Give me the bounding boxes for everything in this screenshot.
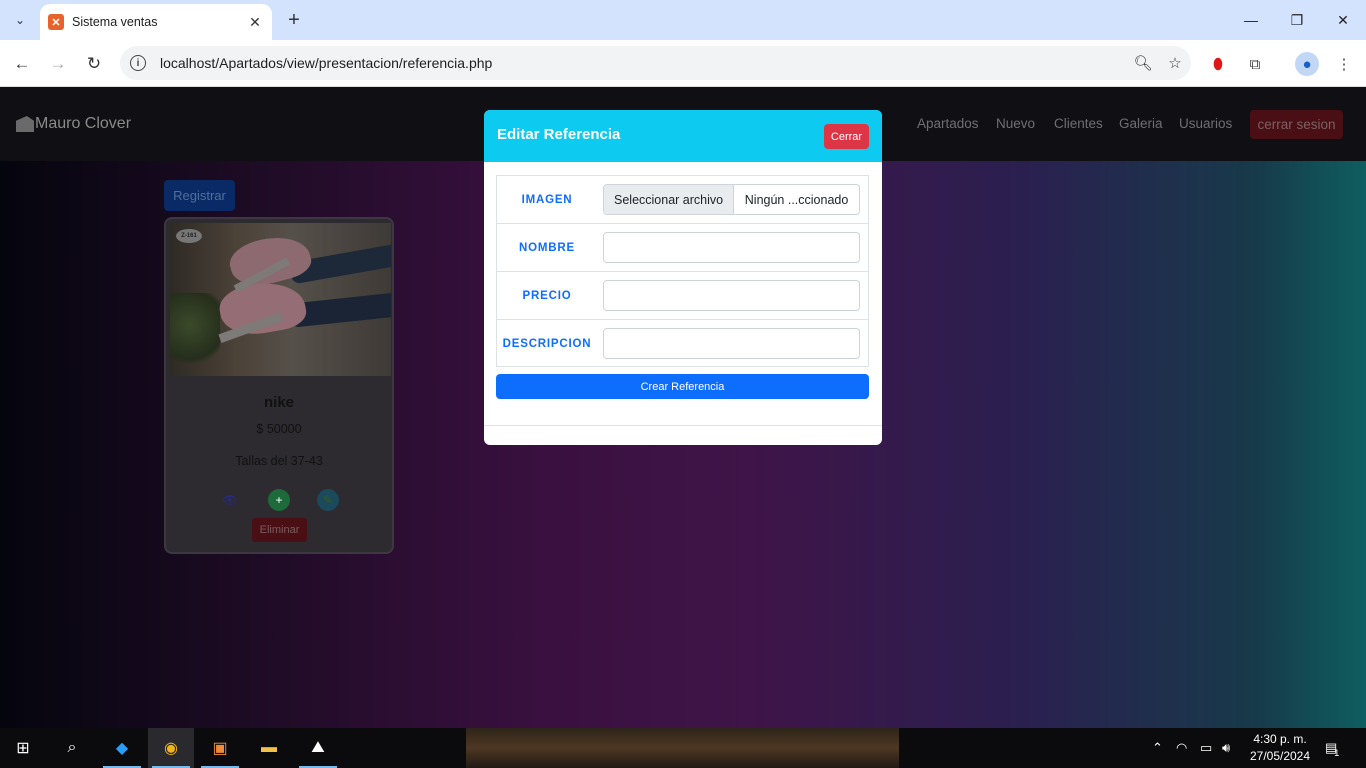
delete-button[interactable]: Eliminar bbox=[252, 518, 307, 542]
url-text[interactable]: localhost/Apartados/view/presentacion/re… bbox=[160, 55, 1127, 71]
view-eye-icon[interactable]: 👁︎ bbox=[219, 489, 241, 511]
minimize-button[interactable]: — bbox=[1228, 0, 1274, 40]
choose-file-button[interactable]: Seleccionar archivo bbox=[604, 185, 735, 214]
address-bar[interactable]: i localhost/Apartados/view/presentacion/… bbox=[120, 46, 1191, 80]
nombre-input[interactable] bbox=[603, 232, 860, 263]
descripcion-input[interactable] bbox=[603, 328, 860, 359]
card-actions: 👁︎ + ✎ bbox=[219, 489, 339, 511]
xampp-icon: ✕ bbox=[48, 14, 64, 30]
browser-toolbar: ← → ↻ i localhost/Apartados/view/present… bbox=[0, 40, 1366, 87]
form-row-precio: PRECIO bbox=[497, 272, 868, 320]
show-hidden-icons[interactable]: ⌃ bbox=[1152, 728, 1163, 768]
volume-icon[interactable]: 🔊︎ bbox=[1222, 728, 1230, 768]
precio-input[interactable] bbox=[603, 280, 860, 311]
chrome-icon[interactable]: ◉ bbox=[148, 728, 194, 768]
network-icon[interactable]: ◠ bbox=[1176, 728, 1187, 768]
product-badge: Z-161 bbox=[176, 229, 202, 243]
logout-button[interactable]: cerrar sesion bbox=[1250, 110, 1343, 139]
new-tab-button[interactable]: + bbox=[282, 8, 306, 32]
tab-search-button[interactable]: ⌄ bbox=[6, 8, 34, 32]
product-card: Z-161 nike $ 50000 Tallas del 37-43 👁︎ +… bbox=[164, 217, 394, 554]
form-row-imagen: IMAGEN Seleccionar archivo Ningún ...cci… bbox=[497, 176, 868, 224]
product-image: Z-161 bbox=[170, 223, 391, 376]
nav-clientes[interactable]: Clientes bbox=[1054, 116, 1103, 131]
close-button[interactable]: Cerrar bbox=[824, 124, 869, 149]
clock-date: 27/05/2024 bbox=[1249, 749, 1311, 763]
browser-tab[interactable]: ✕ Sistema ventas ✕ bbox=[40, 4, 272, 40]
tab-title: Sistema ventas bbox=[72, 15, 158, 29]
zoom-icon[interactable]: 🔍︎ bbox=[1127, 54, 1159, 72]
product-price: $ 50000 bbox=[256, 422, 302, 436]
extensions-icon[interactable]: ⧉ bbox=[1243, 52, 1267, 76]
nav-galeria[interactable]: Galeria bbox=[1119, 116, 1163, 131]
product-description: Tallas del 37-43 bbox=[235, 454, 323, 468]
brand-name: Mauro Clover bbox=[35, 115, 132, 132]
forward-button[interactable]: → bbox=[44, 50, 72, 78]
vscode-icon[interactable]: ◆ bbox=[99, 728, 145, 768]
notifications-icon[interactable]: ▤ 1 bbox=[1325, 728, 1339, 768]
brand[interactable]: Mauro Clover bbox=[16, 115, 131, 133]
imagen-label: IMAGEN bbox=[521, 194, 573, 206]
clock-time: 4:30 p. m. bbox=[1253, 732, 1307, 746]
taskbar: ⊞ ⌕ ◆ ◉ ▣ ▬ ⛰ ⌃ ◠ ▭ 🔊︎ 4:30 p. m. 27/05/… bbox=[0, 728, 1366, 768]
nombre-label: NOMBRE bbox=[519, 242, 575, 254]
tab-strip: ⌄ ✕ Sistema ventas ✕ + — ❐ ✕ bbox=[0, 0, 1366, 40]
precio-label: PRECIO bbox=[522, 290, 572, 302]
restore-button[interactable]: ❐ bbox=[1274, 0, 1320, 40]
form-row-descripcion: DESCRIPCION bbox=[497, 320, 868, 368]
file-name-text: Ningún ...ccionado bbox=[744, 192, 849, 207]
modal-header: Editar Referencia Cerrar bbox=[484, 110, 882, 162]
close-tab-icon[interactable]: ✕ bbox=[246, 14, 264, 31]
modal-title: Editar Referencia bbox=[497, 126, 621, 143]
site-info-icon[interactable]: i bbox=[130, 55, 146, 71]
nav-nuevo[interactable]: Nuevo bbox=[996, 116, 1035, 131]
brand-logo-icon bbox=[16, 116, 34, 132]
bookmark-star-icon[interactable]: ☆ bbox=[1159, 54, 1191, 72]
back-button[interactable]: ← bbox=[8, 50, 36, 78]
product-name: nike bbox=[263, 394, 294, 411]
modal-footer-divider bbox=[484, 425, 882, 426]
edit-pencil-icon[interactable]: ✎ bbox=[317, 489, 339, 511]
photos-icon[interactable]: ⛰ bbox=[295, 728, 341, 768]
nav-apartados[interactable]: Apartados bbox=[917, 116, 979, 131]
descripcion-label: DESCRIPCION bbox=[502, 338, 592, 350]
file-explorer-icon[interactable]: ▬ bbox=[246, 728, 292, 768]
create-reference-button[interactable]: Crear Referencia bbox=[496, 374, 869, 399]
image-file-input[interactable]: Seleccionar archivo Ningún ...ccionado bbox=[603, 184, 860, 215]
close-window-button[interactable]: ✕ bbox=[1320, 0, 1366, 40]
taskbar-wallpaper-strip bbox=[466, 728, 899, 768]
register-button[interactable]: Registrar bbox=[164, 180, 235, 211]
notification-count: 1 bbox=[1334, 748, 1340, 758]
search-icon[interactable]: ⌕ bbox=[49, 728, 95, 768]
windows-start-icon[interactable]: ⊞ bbox=[0, 728, 46, 768]
nav-usuarios[interactable]: Usuarios bbox=[1179, 116, 1232, 131]
reload-button[interactable]: ↻ bbox=[80, 50, 108, 78]
reference-form: IMAGEN Seleccionar archivo Ningún ...cci… bbox=[496, 175, 869, 367]
xampp-taskbar-icon[interactable]: ▣ bbox=[197, 728, 243, 768]
clock[interactable]: 4:30 p. m. 27/05/2024 bbox=[1240, 731, 1320, 765]
page-content: Mauro Clover Apartados Nuevo Clientes Ga… bbox=[0, 87, 1366, 728]
menu-icon[interactable]: ⋮ bbox=[1332, 52, 1356, 76]
battery-icon[interactable]: ▭ bbox=[1200, 728, 1212, 768]
profile-icon[interactable]: ● bbox=[1295, 52, 1319, 76]
form-row-nombre: NOMBRE bbox=[497, 224, 868, 272]
opera-extension-icon[interactable]: ⬮ bbox=[1206, 52, 1230, 76]
add-icon[interactable]: + bbox=[268, 489, 290, 511]
edit-reference-modal: Editar Referencia Cerrar IMAGEN Seleccio… bbox=[484, 110, 882, 445]
